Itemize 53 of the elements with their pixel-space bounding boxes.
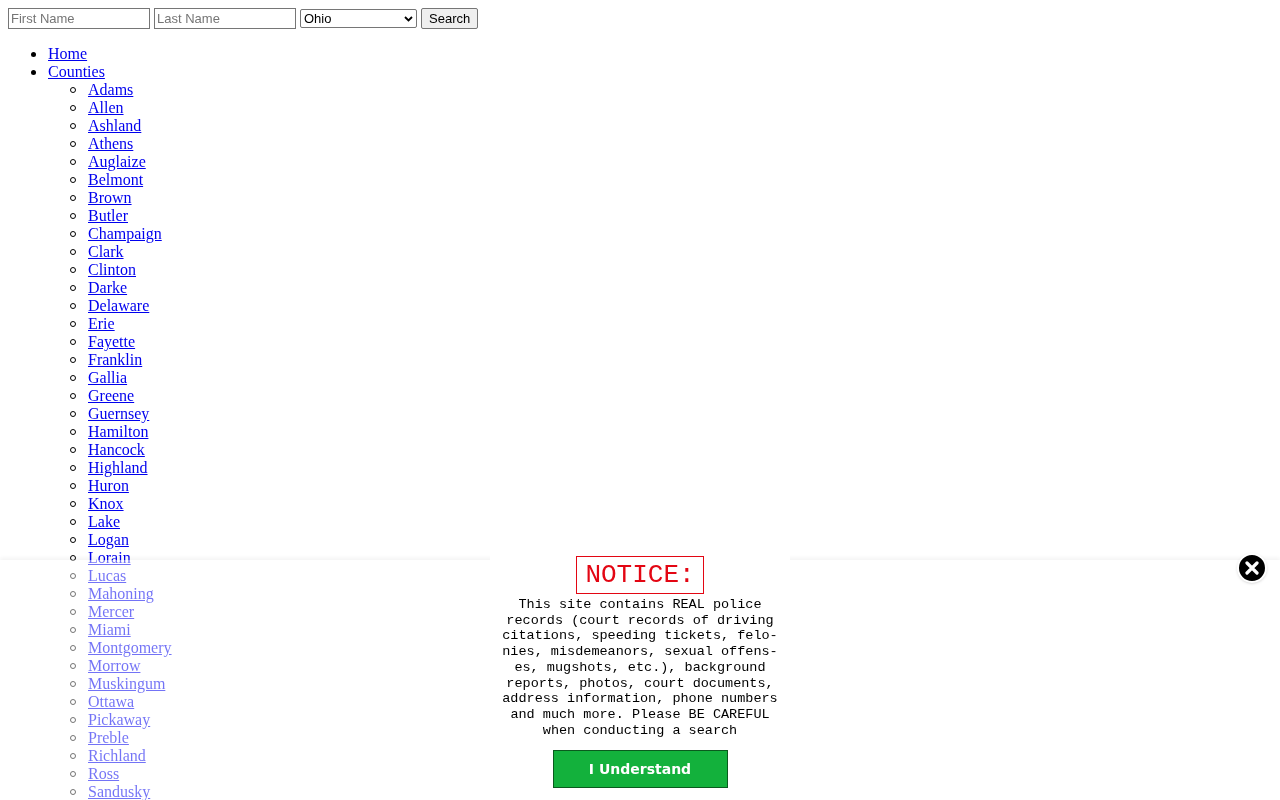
state-select[interactable]: Ohio — [300, 9, 417, 28]
nav-link[interactable]: Erie — [88, 315, 115, 333]
nav-link[interactable]: Preble — [88, 729, 129, 747]
nav-link[interactable]: Fayette — [88, 333, 136, 351]
nav-link[interactable]: Lucas — [88, 567, 127, 585]
nav-link[interactable]: Richland — [88, 747, 146, 765]
nav-link[interactable]: Gallia — [88, 369, 128, 387]
nav-link[interactable]: Adams — [88, 81, 134, 99]
nav-link[interactable]: Ross — [88, 765, 120, 783]
nav-link[interactable]: Miami — [88, 621, 131, 639]
chevron-down-icon — [404, 15, 413, 22]
nav-link[interactable]: Huron — [88, 477, 129, 495]
nav-link[interactable]: Home — [48, 45, 88, 63]
nav-link[interactable]: Allen — [88, 99, 124, 117]
notice-title: NOTICE: — [576, 556, 704, 594]
nav-link[interactable]: Champaign — [88, 225, 162, 243]
nav-link[interactable]: Sandusky — [88, 783, 151, 800]
nav-link[interactable]: Morrow — [88, 657, 141, 675]
nav-link[interactable]: Lorain — [88, 549, 131, 567]
nav-link[interactable]: Belmont — [88, 171, 144, 189]
bullet-icon — [31, 69, 36, 75]
nav-link[interactable]: Counties — [48, 63, 105, 81]
nav-link[interactable]: Highland — [88, 459, 148, 477]
nav-link[interactable]: Butler — [88, 207, 128, 225]
nav-link[interactable]: Ashland — [88, 117, 142, 135]
nav-link[interactable]: Montgomery — [88, 639, 172, 657]
first-name-field[interactable]: First Name — [8, 8, 150, 29]
notice-text: This site contains REAL police records (court records of driving citations, speeding tickets, felo-nies, misdemeanors, sexual offens-es, mugshots, etc.), background reports, photos, court documents, address information, phone numbers and much more. Please BE CAREFUL when conducting a search — [501, 597, 779, 739]
nav-link[interactable]: Guernsey — [88, 405, 150, 423]
nav-link[interactable]: Hancock — [88, 441, 145, 459]
nav-link[interactable]: Hamilton — [88, 423, 149, 441]
nav-link[interactable]: Logan — [88, 531, 129, 549]
nav-link[interactable]: Delaware — [88, 297, 150, 315]
nav-link[interactable]: Clinton — [88, 261, 136, 279]
last-name-field[interactable]: Last Name — [154, 8, 296, 29]
nav-link[interactable]: Mercer — [88, 603, 135, 621]
nav-link[interactable]: Auglaize — [88, 153, 146, 171]
nav-link[interactable]: Mahoning — [88, 585, 154, 603]
bullet-icon — [31, 51, 36, 57]
nav-link[interactable]: Athens — [88, 135, 134, 153]
close-button[interactable] — [1237, 553, 1267, 583]
nav-link[interactable]: Muskingum — [88, 675, 166, 693]
nav-link[interactable]: Ottawa — [88, 693, 135, 711]
nav-link[interactable]: Brown — [88, 189, 132, 207]
nav-link[interactable]: Darke — [88, 279, 128, 297]
nav-link[interactable]: Pickaway — [88, 711, 151, 729]
close-icon — [1245, 561, 1259, 575]
nav-link[interactable]: Greene — [88, 387, 135, 405]
nav-link[interactable]: Franklin — [88, 351, 143, 369]
nav-link[interactable]: Clark — [88, 243, 124, 261]
nav-link[interactable]: Lake — [88, 513, 120, 531]
search-button[interactable]: Search — [421, 8, 479, 29]
nav-link[interactable]: Knox — [88, 495, 124, 513]
